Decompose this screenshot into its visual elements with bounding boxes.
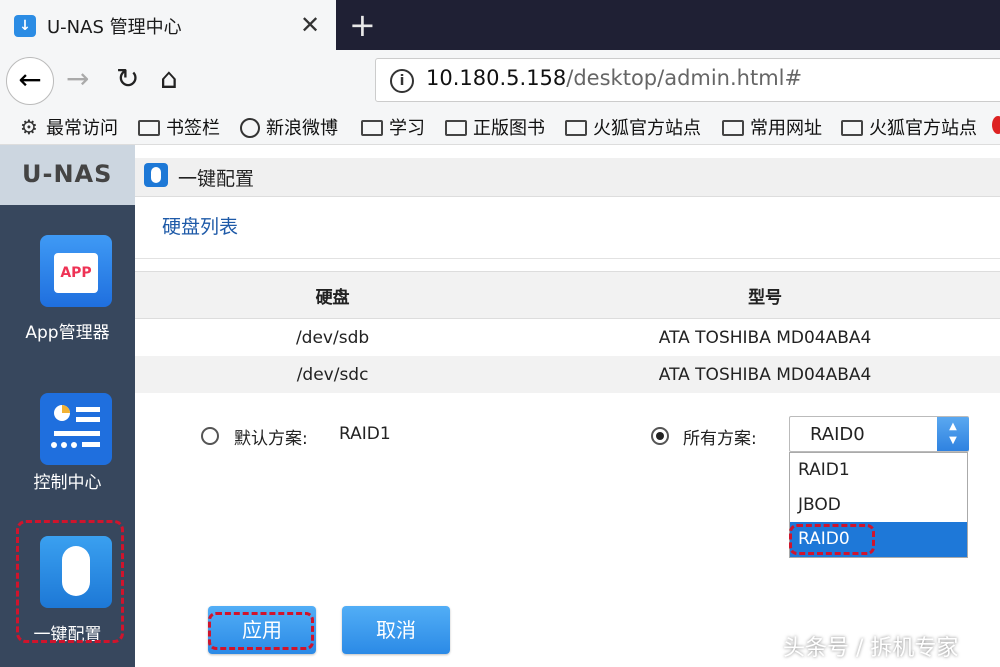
control-panel-glyph	[51, 405, 100, 448]
divider	[135, 258, 1000, 259]
folder-icon	[565, 120, 587, 136]
cancel-button[interactable]: 取消	[342, 606, 450, 654]
app-store-icon[interactable]: APP	[40, 235, 112, 307]
sidebar-item-app-manager[interactable]: App管理器	[0, 318, 135, 343]
brand-logo: U-NAS	[22, 160, 113, 188]
default-scheme-value: RAID1	[339, 424, 391, 444]
app-bag-icon: APP	[54, 253, 98, 293]
default-scheme-radio[interactable]	[201, 427, 219, 445]
window-title: 一键配置	[178, 168, 255, 190]
bookmark-overflow-icon[interactable]	[992, 116, 1000, 134]
home-icon[interactable]: ⌂	[160, 62, 178, 95]
column-header-model: 型号	[530, 271, 1000, 319]
raid-option[interactable]: JBOD	[790, 488, 967, 523]
raid-select-value[interactable]: RAID0	[810, 424, 865, 445]
model-cell: ATA TOSHIBA MD04ABA4	[530, 356, 1000, 393]
all-schemes-label: 所有方案:	[683, 429, 757, 449]
forward-icon[interactable]: →	[66, 62, 89, 95]
column-header-disk: 硬盘	[135, 271, 531, 319]
watermark: 头条号 / 拆机专家	[783, 636, 959, 661]
url-text[interactable]: 10.180.5.158/desktop/admin.html#	[426, 66, 802, 90]
folder-icon	[841, 120, 863, 136]
bookmark-folder[interactable]: 正版图书	[445, 114, 545, 140]
folder-icon	[445, 120, 467, 136]
select-spinner-icon[interactable]: ▲ ▼	[937, 417, 969, 451]
back-icon[interactable]: ←	[6, 57, 54, 105]
info-icon[interactable]: i	[390, 69, 414, 93]
new-tab-icon[interactable]: +	[349, 6, 376, 44]
folder-icon	[722, 120, 744, 136]
bookmark-folder[interactable]: 火狐官方站点	[841, 114, 977, 140]
window-mouse-icon	[144, 163, 168, 187]
all-schemes-radio[interactable]	[651, 427, 669, 445]
disk-cell: /dev/sdb	[295, 327, 370, 348]
window-titlebar[interactable]	[135, 158, 1000, 197]
table-header-row: 硬盘 型号	[135, 271, 1000, 319]
bookmark-folder[interactable]: 常用网址	[722, 114, 822, 140]
bookmark-folder[interactable]: 火狐官方站点	[565, 114, 701, 140]
sidebar-item-control-center[interactable]: 控制中心	[0, 468, 135, 493]
bookmark-sina-weibo[interactable]: 新浪微博	[240, 114, 338, 140]
reload-icon[interactable]: ↻	[116, 62, 139, 95]
bookmark-folder[interactable]: 书签栏	[138, 114, 220, 140]
close-tab-icon[interactable]: ✕	[300, 11, 320, 39]
folder-icon	[361, 120, 383, 136]
model-cell: ATA TOSHIBA MD04ABA4	[658, 327, 872, 348]
disk-cell: /dev/sdc	[135, 356, 531, 393]
folder-icon	[138, 120, 160, 136]
tab-favicon-icon: ↓	[14, 15, 36, 37]
section-title: 硬盘列表	[162, 216, 239, 238]
globe-icon	[240, 118, 260, 138]
url-path: /desktop/admin.html#	[566, 66, 803, 90]
table-row: /dev/sdb ATA TOSHIBA MD04ABA4	[135, 319, 1000, 357]
raid-option[interactable]: RAID1	[790, 453, 967, 488]
url-host: 10.180.5.158	[426, 66, 567, 90]
default-scheme-label: 默认方案:	[234, 429, 308, 449]
table-row: /dev/sdc ATA TOSHIBA MD04ABA4	[135, 356, 1000, 393]
tab-title[interactable]: U-NAS 管理中心	[47, 13, 182, 39]
annotation-highlight	[16, 520, 124, 643]
bookmark-folder[interactable]: 学习	[361, 114, 425, 140]
control-panel-icon[interactable]	[40, 393, 112, 465]
bookmark-most-visited[interactable]: ⚙ 最常访问	[20, 114, 118, 140]
disk-table: 硬盘 型号 /dev/sdb ATA TOSHIBA MD04ABA4 /dev…	[135, 271, 1000, 393]
gear-icon: ⚙	[20, 115, 38, 139]
annotation-highlight	[789, 524, 875, 555]
annotation-highlight	[208, 612, 314, 650]
